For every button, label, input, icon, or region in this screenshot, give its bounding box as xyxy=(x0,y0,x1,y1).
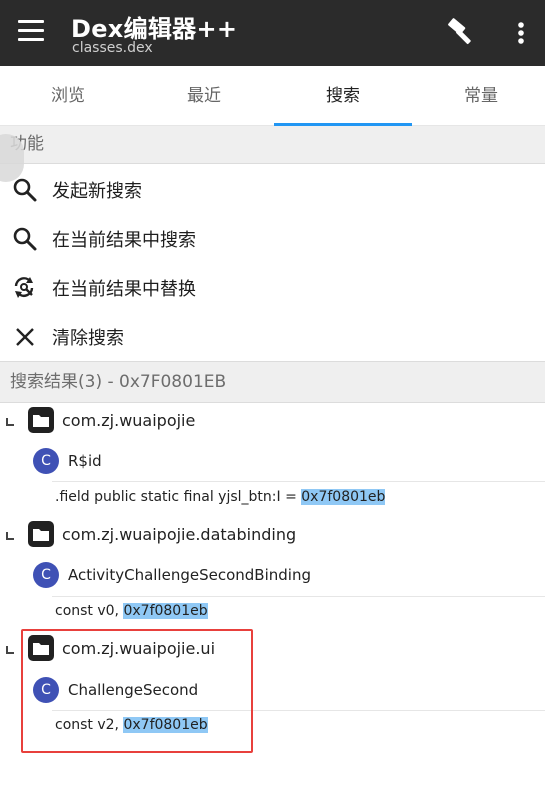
file-subtitle: classes.dex xyxy=(72,40,153,56)
annotation-highlight-box xyxy=(21,629,253,753)
class-node[interactable]: C ActivityChallengeSecondBinding xyxy=(0,558,545,594)
package-name: com.zj.wuaipojie xyxy=(62,411,196,430)
expand-arrow-icon[interactable] xyxy=(6,418,14,426)
results-header: 搜索结果(3) - 0x7F0801EB xyxy=(0,361,545,403)
replace-in-results-action[interactable]: 在当前结果中替换 xyxy=(0,263,545,312)
code-match-row[interactable]: .field public static final yjsl_btn:I = … xyxy=(0,484,545,514)
replace-in-results-label: 在当前结果中替换 xyxy=(52,279,196,300)
search-in-results-label: 在当前结果中搜索 xyxy=(52,230,196,251)
more-vert-icon[interactable] xyxy=(508,16,534,48)
divider xyxy=(52,481,545,482)
new-search-action[interactable]: 发起新搜索 xyxy=(0,165,545,214)
close-icon xyxy=(16,328,34,346)
new-search-label: 发起新搜索 xyxy=(52,181,142,202)
expand-arrow-icon[interactable] xyxy=(6,532,14,540)
tab-bar: 浏览 最近 搜索 常量 xyxy=(0,66,545,126)
code-prefix: .field public static final yjsl_btn:I = xyxy=(55,489,302,505)
class-badge: C xyxy=(33,448,59,474)
search-icon xyxy=(13,227,37,251)
code-match-highlight: 0x7f0801eb xyxy=(123,603,208,619)
class-node[interactable]: C R$id xyxy=(0,444,545,480)
package-name: com.zj.wuaipojie.databinding xyxy=(62,525,297,544)
tab-recent[interactable]: 最近 xyxy=(136,66,272,126)
app-title: Dex编辑器++ xyxy=(71,15,238,43)
package-node[interactable]: com.zj.wuaipojie.databinding xyxy=(0,518,545,554)
tab-browse[interactable]: 浏览 xyxy=(0,66,136,126)
search-in-results-action[interactable]: 在当前结果中搜索 xyxy=(0,214,545,263)
replace-icon xyxy=(14,277,34,298)
expand-arrow-icon[interactable] xyxy=(6,646,14,654)
search-icon xyxy=(13,178,37,202)
class-badge: C xyxy=(33,562,59,588)
package-node[interactable]: com.zj.wuaipojie xyxy=(0,404,545,440)
clear-search-label: 清除搜索 xyxy=(52,328,124,349)
class-name: R$id xyxy=(68,452,102,470)
code-line: .field public static final yjsl_btn:I = … xyxy=(55,489,386,505)
folder-icon xyxy=(28,407,54,433)
code-prefix: const v0, xyxy=(55,603,124,619)
code-line: const v0, 0x7f0801eb xyxy=(55,603,208,619)
hammer-icon[interactable] xyxy=(446,16,478,48)
class-name: ActivityChallengeSecondBinding xyxy=(68,566,311,584)
tab-constants[interactable]: 常量 xyxy=(413,66,545,126)
code-match-row[interactable]: const v0, 0x7f0801eb xyxy=(0,598,545,628)
app-bar: Dex编辑器++ classes.dex xyxy=(0,0,545,66)
hamburger-menu-icon[interactable] xyxy=(18,20,44,42)
folder-icon xyxy=(28,521,54,547)
clear-search-action[interactable]: 清除搜索 xyxy=(0,312,545,361)
code-match-highlight: 0x7f0801eb xyxy=(301,489,386,505)
tab-search[interactable]: 搜索 xyxy=(275,66,411,126)
functions-header: 功能 xyxy=(0,126,545,164)
divider xyxy=(52,596,545,597)
